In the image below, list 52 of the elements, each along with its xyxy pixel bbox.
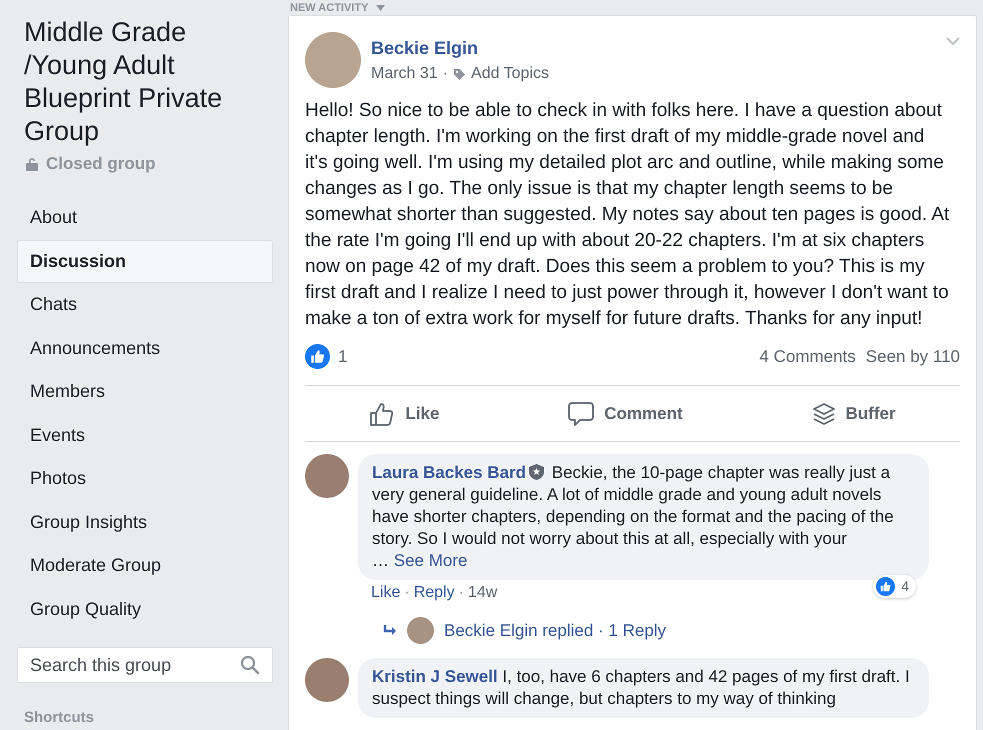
sidebar-nav-item[interactable]: Events	[17, 414, 273, 457]
layers-icon	[812, 402, 836, 426]
lock-icon	[26, 157, 38, 171]
sidebar-nav-item[interactable]: About	[17, 196, 273, 240]
commenter-name[interactable]: Kristin J Sewell	[372, 667, 498, 686]
seen-by-count[interactable]: Seen by 110	[866, 346, 960, 366]
sidebar-nav-item[interactable]: Announcements	[17, 326, 273, 370]
see-more-link[interactable]: See More	[394, 551, 468, 570]
post-date[interactable]: March 31	[371, 65, 438, 83]
tag-icon	[453, 68, 466, 80]
author-name[interactable]: Beckie Elgin	[371, 38, 478, 58]
separator-dot: ·	[442, 65, 448, 83]
sidebar-nav-item[interactable]: Photos	[17, 457, 273, 500]
reaction-count[interactable]: 1	[338, 346, 348, 366]
reply-arrow-icon	[383, 624, 397, 636]
avatar	[407, 617, 434, 644]
avatar[interactable]	[305, 658, 349, 702]
comment-text: Laura Backes Bard Beckie, the 10-page chapter was really just a very general guideline. A lot of middle grade and young adult novels have shorter chapters, depending on the format and the pacing of the story. So I would not worry about this at all, especially with your … See More	[372, 462, 895, 572]
sidebar-nav-item[interactable]: Group Insights	[17, 500, 273, 544]
like-reaction-icon	[876, 576, 896, 596]
speech-bubble-icon	[568, 400, 594, 426]
caret-icon[interactable]	[376, 4, 386, 10]
like-button[interactable]: Like	[357, 386, 452, 441]
comment-button[interactable]: Comment	[556, 386, 695, 441]
like-reaction-icon[interactable]	[305, 344, 330, 369]
avatar[interactable]	[305, 454, 349, 498]
comment-time[interactable]: 14w	[468, 584, 498, 602]
commenter-name[interactable]: Laura Backes Bard	[372, 463, 526, 482]
search-field[interactable]: Search this group	[17, 647, 273, 683]
comments-count[interactable]: 4 Comments	[759, 346, 856, 366]
separator-dot: ·	[404, 584, 410, 602]
sidebar-nav-item[interactable]: Discussion	[17, 240, 273, 283]
search-icon[interactable]	[240, 655, 260, 675]
privacy-label: Closed group	[46, 154, 156, 174]
replies-link[interactable]: Beckie Elgin replied · 1 Reply	[444, 620, 666, 640]
sidebar-nav-item[interactable]: Chats	[17, 283, 273, 326]
shortcuts-heading: Shortcuts	[23, 709, 96, 726]
like-link[interactable]: Like	[371, 584, 400, 602]
chevron-down-icon[interactable]	[946, 37, 960, 46]
sidebar-nav-item[interactable]: Moderate Group	[17, 544, 273, 588]
group-title: Middle Grade /Young Adult Blueprint Private Group	[23, 16, 224, 148]
sidebar-nav-item[interactable]: Group Quality	[17, 588, 273, 631]
separator-dot: ·	[458, 584, 464, 602]
post-text: Hello! So nice to be able to check in with folks here. I have a question about chapter length. I'm working on the first draft of my middle-grade novel and it's going well. I'm using my detailed plot arc and outline, while making some changes as I go. The only issue is that my chapter length seems to be somewhat shorter than suggested. My notes say about ten pages is good. At the rate I'm going I'll end up with about 20-22 chapters. I'm at six chapters now on page 42 of my draft. Does this seem a problem to you? This is my first draft and I realize I need to just power through it, however I don't want to make a ton of extra work for myself for future drafts. Thanks for any input!	[305, 99, 950, 331]
reply-link[interactable]: Reply	[414, 584, 455, 602]
sidebar-nav-item[interactable]: Members	[17, 370, 273, 414]
reaction-pill[interactable]: 4	[873, 574, 916, 598]
buffer-button[interactable]: Buffer	[800, 386, 908, 441]
reaction-count: 4	[901, 578, 909, 594]
comment-text: Kristin J Sewell I, too, have 6 chapters and 42 pages of my first draft. I suspect things will change, but chapters to my way of thinking	[372, 666, 911, 710]
thumbs-up-icon	[369, 400, 396, 426]
add-topics-link[interactable]: Add Topics	[471, 65, 550, 83]
